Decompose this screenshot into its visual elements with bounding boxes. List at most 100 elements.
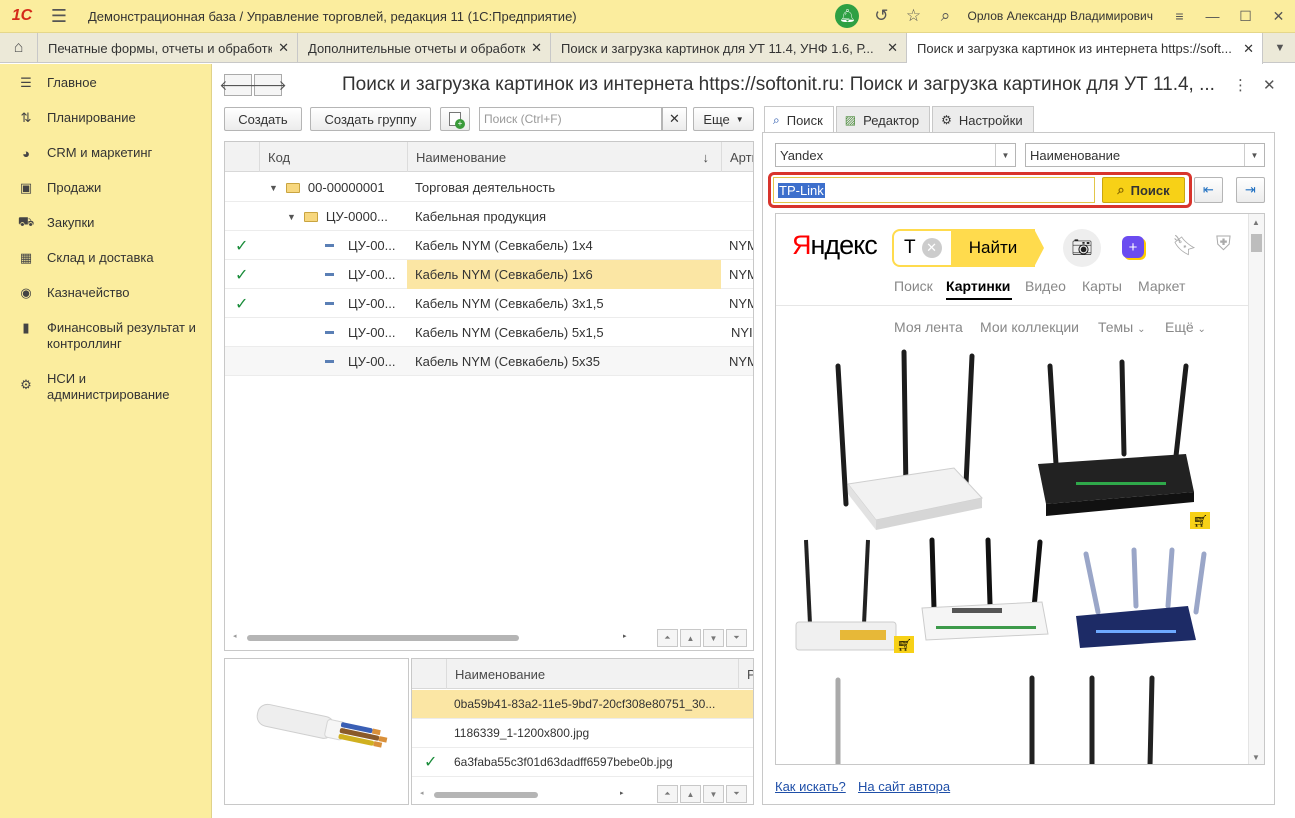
forward-button[interactable]: 🡒 [249, 74, 287, 96]
table-row[interactable]: ✓ 6a3faba55c3f01d63dadff6597bebe0b.jpg [412, 748, 753, 777]
home-icon[interactable]: ⌂ [0, 33, 38, 63]
product-image-preview[interactable] [224, 658, 409, 805]
result-image-partial[interactable] [835, 675, 1155, 765]
import-image-button[interactable]: ⇤ [1194, 177, 1223, 203]
yandex-nav-market[interactable]: Маркет [1138, 278, 1185, 294]
close-form-icon[interactable]: ✕ [1263, 76, 1276, 94]
close-tab-icon[interactable]: ✕ [887, 40, 898, 56]
close-tab-icon[interactable]: ✕ [1243, 41, 1254, 57]
result-image-router-white[interactable] [835, 349, 983, 530]
sidebar-item-main[interactable]: ☰ Главное [0, 75, 212, 91]
column-header-code[interactable]: Код [259, 142, 407, 172]
clear-query-icon[interactable]: ✕ [921, 238, 942, 258]
table-row[interactable]: ▼ ЦУ-0000... Кабельная продукция [225, 202, 753, 231]
scroll-top-button[interactable]: ⏶ [657, 785, 678, 803]
close-tab-icon[interactable]: ✕ [278, 40, 289, 56]
camera-icon[interactable]: 📷︎ [1063, 229, 1101, 267]
export-image-button[interactable]: ⇥ [1236, 177, 1265, 203]
sidebar-item-sales[interactable]: ▣ Продажи [0, 180, 212, 196]
close-window-button[interactable]: ✕ [1262, 0, 1295, 33]
yandex-browser-view[interactable]: Яндекс T ✕ Найти 📷︎ + 🔖︎ ⛨ Поиск Картинк… [775, 213, 1265, 765]
maximize-button[interactable]: ☐ [1229, 0, 1262, 33]
yandex-subnav-themes[interactable]: Темы ⌄ [1098, 319, 1146, 335]
sidebar-item-crm[interactable]: ◕ CRM и маркетинг [0, 145, 212, 161]
horizontal-scrollbar[interactable]: ◂ ▸ [420, 789, 630, 799]
products-tree-table[interactable]: Код Наименование ↓ Арти ▼ 00-00000001 Торг… [224, 141, 754, 651]
scroll-thumb[interactable] [434, 792, 538, 798]
scroll-bottom-button[interactable]: ⏷ [726, 629, 747, 647]
table-row[interactable]: ▼ 00-00000001 Торговая деятельность [225, 173, 753, 202]
result-image-router-black[interactable]: 🛒︎ [1038, 359, 1210, 529]
yandex-nav-search[interactable]: Поиск [894, 278, 933, 294]
yandex-search-input[interactable]: T ✕ [892, 229, 951, 267]
add-from-file-button[interactable]: + [440, 107, 470, 131]
how-to-search-link[interactable]: Как искать? [775, 779, 846, 794]
sidebar-item-financial[interactable]: ▮ Финансовый результат и контроллинг [0, 320, 212, 352]
collapse-triangle-icon[interactable]: ▼ [287, 212, 296, 222]
more-button[interactable]: Еще ▼ [693, 107, 754, 131]
yandex-subnav-more[interactable]: Ещё ⌄ [1165, 319, 1206, 335]
tabs-dropdown-icon[interactable]: ▼ [1265, 33, 1295, 62]
back-button[interactable]: 🡐 [219, 74, 257, 96]
main-menu-icon[interactable]: ☰ [44, 0, 74, 33]
scroll-up-button[interactable]: ▲ [680, 629, 701, 647]
browser-vertical-scrollbar[interactable]: ▲ ▼ [1248, 214, 1264, 764]
minimize-button[interactable]: — [1196, 0, 1229, 33]
close-tab-icon[interactable]: ✕ [531, 40, 542, 56]
tab-additional-reports[interactable]: Дополнительные отчеты и обработки ✕ [298, 33, 551, 63]
global-search-icon[interactable]: ⌕ [929, 0, 961, 33]
create-button[interactable]: Создать [224, 107, 302, 131]
column-header-name[interactable]: Наименование [446, 659, 738, 689]
scroll-bottom-button[interactable]: ⏷ [726, 785, 747, 803]
collapse-triangle-icon[interactable]: ▼ [269, 183, 278, 193]
table-row-selected[interactable]: 0ba59b41-83a2-11e5-9bd7-20cf308e80751_30… [412, 690, 753, 719]
history-icon[interactable]: ↺ [865, 0, 897, 33]
yandex-nav-video[interactable]: Видео [1025, 278, 1066, 294]
horizontal-scrollbar[interactable]: ◂ ▸ [233, 632, 633, 642]
settings-menu-icon[interactable]: ≡ [1163, 0, 1196, 33]
create-group-button[interactable]: Создать группу [310, 107, 431, 131]
table-row[interactable]: 1186339_1-1200x800.jpg [412, 719, 753, 748]
search-engine-select[interactable]: Yandex ▼ [775, 143, 1016, 167]
table-row[interactable]: ✓ ЦУ-00... Кабель NYM (Севкабель) 3х1,5 … [225, 289, 753, 318]
result-image-router-ac[interactable] [921, 537, 1049, 641]
table-row-selected[interactable]: ✓ ЦУ-00... Кабель NYM (Севкабель) 1х6 NY… [225, 260, 753, 289]
yandex-find-button[interactable]: Найти [951, 229, 1035, 267]
tab-image-search-processing[interactable]: Поиск и загрузка картинок для УТ 11.4, У… [551, 33, 907, 63]
author-site-link[interactable]: На сайт автора [858, 779, 950, 794]
column-header-extra[interactable]: Р [738, 659, 753, 689]
scroll-down-button[interactable]: ▼ [703, 785, 724, 803]
sidebar-item-treasury[interactable]: ◉ Казначейство [0, 285, 212, 301]
scroll-thumb[interactable] [1251, 234, 1262, 252]
more-actions-icon[interactable]: ⋮ [1233, 76, 1248, 94]
sidebar-item-purchases[interactable]: ⛟ Закупки [0, 214, 212, 231]
sidebar-item-planning[interactable]: ⇅ Планирование [0, 110, 212, 126]
tab-settings[interactable]: ⚙ Настройки [932, 106, 1034, 133]
app-logo[interactable]: 1С [0, 0, 44, 33]
favorites-star-icon[interactable]: ☆ [897, 0, 929, 33]
result-image-router-blue[interactable] [1076, 547, 1207, 648]
search-field-select[interactable]: Наименование ▼ [1025, 143, 1265, 167]
scroll-thumb[interactable] [247, 635, 519, 641]
table-row[interactable]: ЦУ-00... Кабель NYM (Севкабель) 5х1,5 NY… [225, 318, 753, 347]
scroll-top-button[interactable]: ⏶ [657, 629, 678, 647]
result-image-router-small[interactable]: 🛒︎ [795, 539, 914, 653]
table-row[interactable]: ЦУ-00... Кабель NYM (Севкабель) 5х35 NYM [225, 347, 753, 376]
images-table[interactable]: Наименование Р 0ba59b41-83a2-11e5-9bd7-2… [411, 658, 754, 805]
shield-icon[interactable]: ⛨ [1216, 233, 1231, 256]
scroll-up-button[interactable]: ▲ [680, 785, 701, 803]
search-input[interactable]: Поиск (Ctrl+F) [479, 107, 662, 131]
search-query-input[interactable]: TP-Link [773, 177, 1095, 203]
tab-image-search-internet[interactable]: Поиск и загрузка картинок из интернета h… [907, 33, 1263, 64]
yandex-subnav-feed[interactable]: Моя лента [894, 319, 963, 335]
sidebar-item-admin[interactable]: ⚙ НСИ и администрирование [0, 371, 212, 403]
notifications-button[interactable]: 🔔︎ [833, 0, 865, 33]
collections-add-icon[interactable]: + [1122, 236, 1144, 258]
yandex-nav-maps[interactable]: Карты [1082, 278, 1122, 294]
clear-search-button[interactable]: ✕ [662, 107, 687, 131]
current-user[interactable]: Орлов Александр Владимирович [967, 9, 1153, 23]
tab-editor[interactable]: ▨ Редактор [835, 106, 931, 133]
search-button[interactable]: ⌕ Поиск [1102, 177, 1185, 203]
column-header-name[interactable]: Наименование ↓ [407, 142, 721, 172]
sidebar-item-warehouse[interactable]: ▦ Склад и доставка [0, 250, 212, 266]
